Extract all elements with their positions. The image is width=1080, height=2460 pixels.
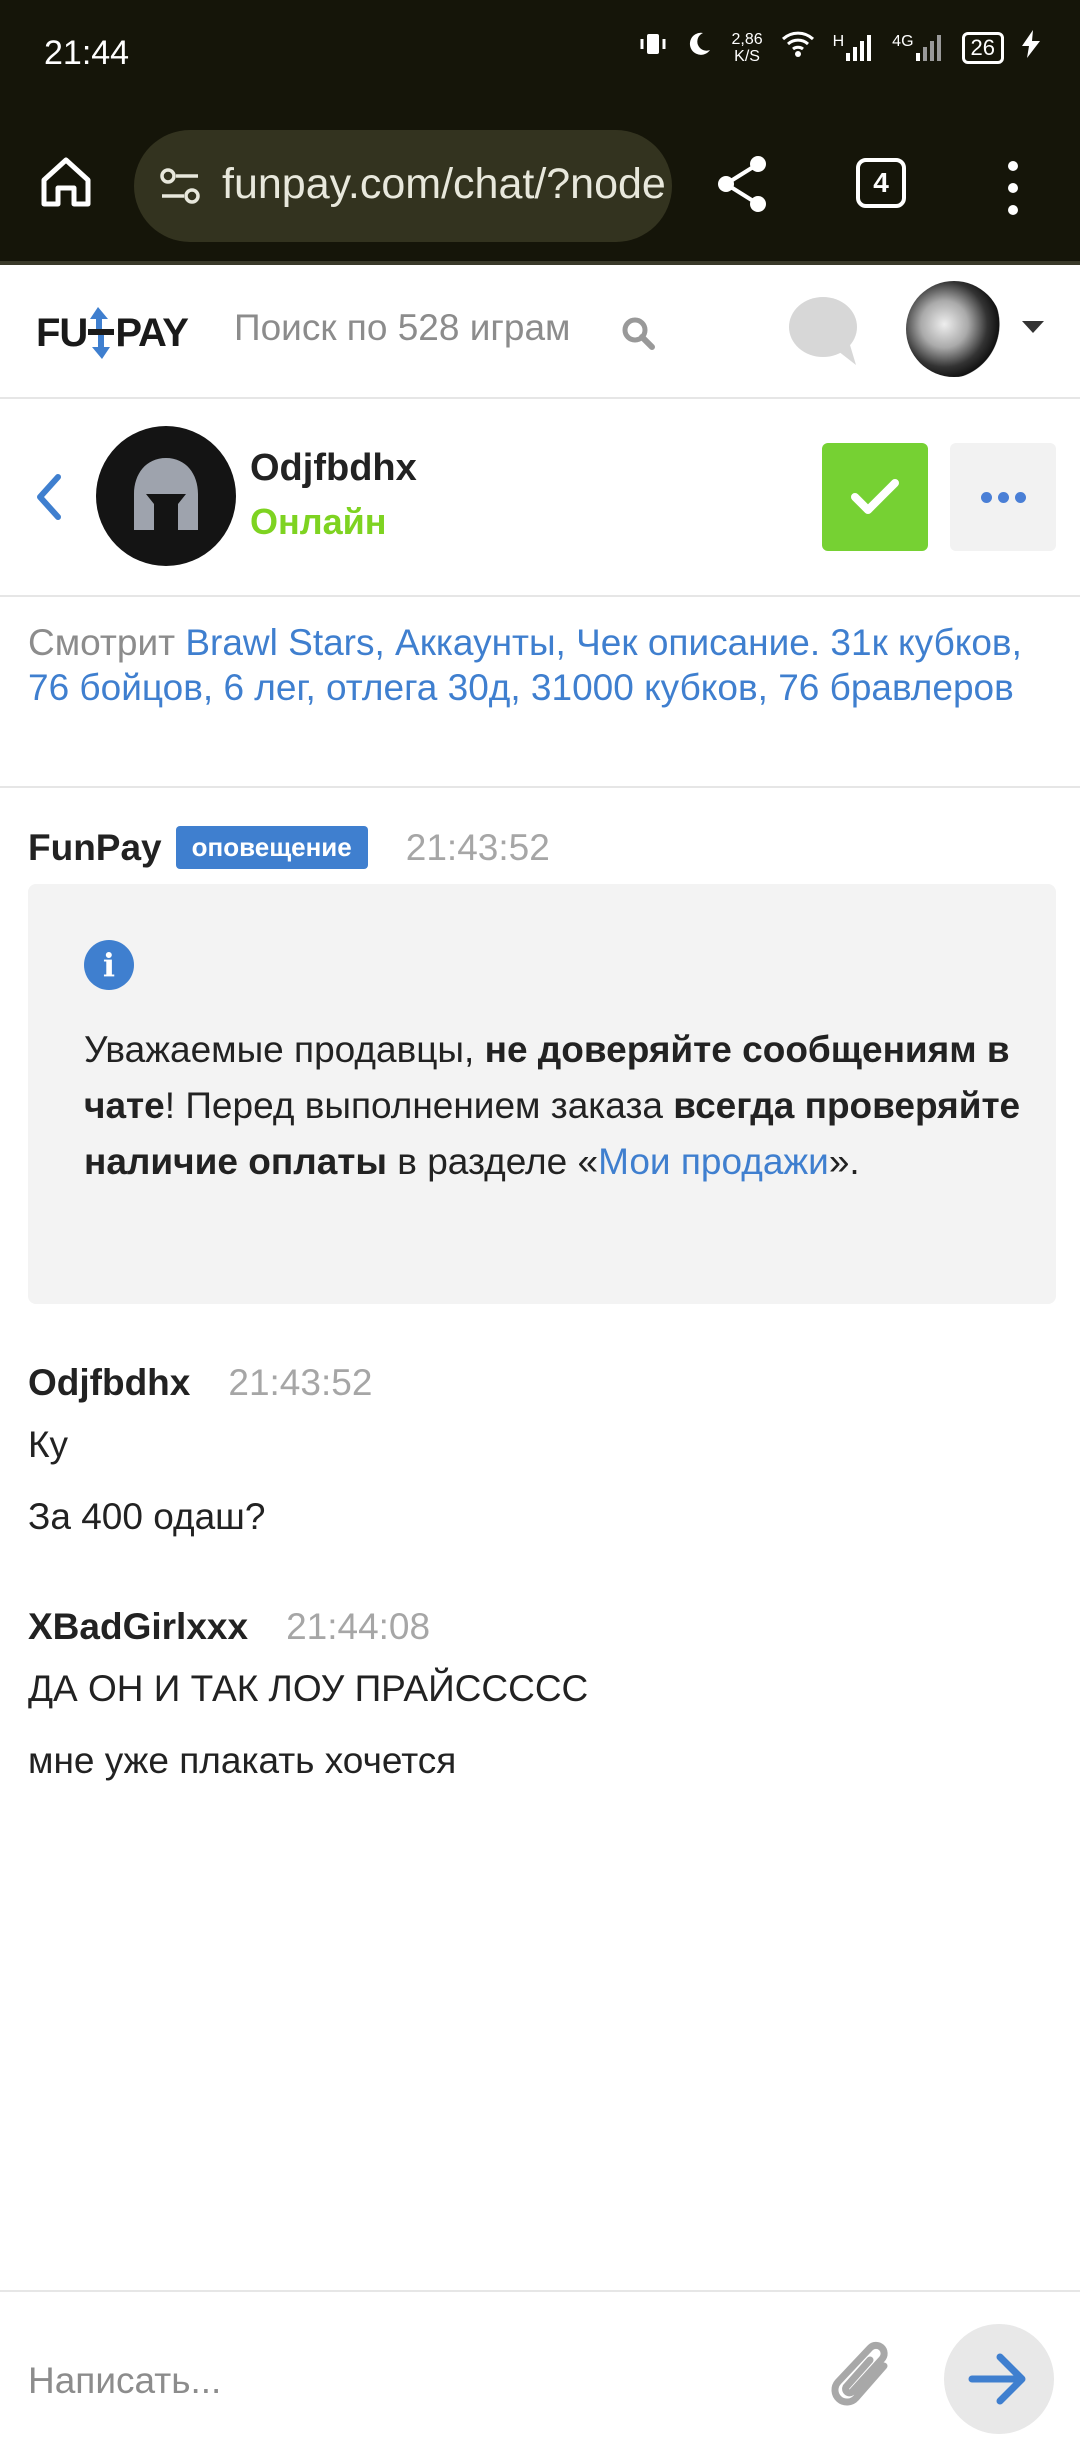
browser-toolbar: funpay.com/chat/?node 4 <box>0 110 1080 265</box>
status-icons: 2,86 K/S H 4G 26 <box>639 30 1040 65</box>
share-button[interactable] <box>712 152 772 216</box>
attach-button[interactable] <box>826 2336 902 2424</box>
messages-chat-icon[interactable] <box>786 295 860 367</box>
logo-text-right: PAY <box>115 310 189 355</box>
message-text: За 400 одаш? <box>28 1496 266 1537</box>
vibrate-icon <box>639 30 667 65</box>
game-search-input[interactable]: Поиск по 528 играм <box>234 307 570 349</box>
chevron-left-icon <box>37 474 61 520</box>
address-bar[interactable]: funpay.com/chat/?node <box>134 130 672 242</box>
home-button[interactable] <box>34 150 98 214</box>
alert-text-part: в разделе « <box>387 1141 599 1182</box>
message-header: XBadGirlxxx 21:44:08 <box>28 1606 430 1648</box>
message-author[interactable]: FunPay <box>28 827 162 869</box>
logo-text-left: FU <box>36 310 88 355</box>
message-header: Odjfbdhx 21:43:52 <box>28 1362 372 1404</box>
chat-options-button[interactable] <box>950 443 1056 551</box>
message-header: FunPay оповещение 21:43:52 <box>28 826 550 869</box>
watching-prefix: Смотрит <box>28 622 186 663</box>
message-time: 21:43:52 <box>228 1362 373 1403</box>
message-author[interactable]: Odjfbdhx <box>28 1362 190 1404</box>
spartan-helmet-icon <box>134 458 198 534</box>
alert-text-part: ! Перед выполнением заказа <box>164 1085 674 1126</box>
home-icon <box>41 157 91 207</box>
status-time: 21:44 <box>44 34 130 72</box>
message-text: мне уже плакать хочется <box>28 1740 457 1781</box>
site-header: FU PAY Поиск по 528 играм <box>0 267 1080 399</box>
more-vertical-icon <box>1008 161 1018 215</box>
message-input[interactable]: Написать... <box>28 2360 221 2402</box>
url-text: funpay.com/chat/?node <box>222 160 666 208</box>
confirm-button[interactable] <box>822 443 928 551</box>
battery-indicator: 26 <box>961 31 1004 64</box>
ellipsis-icon <box>980 491 992 503</box>
message-composer: Написать... <box>0 2290 1080 2460</box>
contact-name[interactable]: Odjfbdhx <box>250 447 417 490</box>
charging-icon <box>1022 30 1040 65</box>
signal-h-icon: H <box>833 33 875 63</box>
message-time: 21:43:52 <box>405 826 550 868</box>
system-alert-box: i Уважаемые продавцы, не доверяйте сообщ… <box>28 884 1056 1304</box>
contact-online-status: Онлайн <box>250 501 387 542</box>
arrow-right-icon <box>968 2353 1026 2405</box>
back-button[interactable] <box>30 471 66 523</box>
status-bar: 21:44 2,86 K/S H 4G 26 <box>0 0 1080 110</box>
message-text: Ку <box>28 1424 69 1465</box>
notification-badge: оповещение <box>175 826 368 869</box>
message-author[interactable]: XBadGirlxxx <box>28 1606 248 1648</box>
signal-4g-icon: 4G <box>892 33 943 63</box>
logo-arrows-icon <box>88 307 115 359</box>
paperclip-icon <box>831 2341 888 2406</box>
browser-menu-button[interactable] <box>998 158 1028 218</box>
message-text: ДА ОН И ТАК ЛОУ ПРАЙССССС <box>28 1668 589 1709</box>
funpay-logo[interactable]: FU PAY <box>36 303 189 363</box>
speed-unit: K/S <box>734 47 760 65</box>
site-settings-icon[interactable] <box>158 164 202 208</box>
account-dropdown-caret-icon[interactable] <box>1022 321 1044 333</box>
checkmark-icon <box>851 479 899 514</box>
alert-text: Уважаемые продавцы, не доверяйте сообщен… <box>84 1022 1034 1190</box>
info-icon: i <box>84 940 134 990</box>
message-time: 21:44:08 <box>286 1606 431 1647</box>
network-h: H <box>832 32 845 50</box>
speed-value: 2,86 <box>731 30 763 48</box>
network-4g: 4G <box>892 32 914 50</box>
user-avatar[interactable] <box>906 281 1002 377</box>
chat-header: Odjfbdhx Онлайн <box>0 399 1080 597</box>
wifi-icon <box>781 30 815 65</box>
contact-avatar[interactable] <box>96 426 236 566</box>
search-icon[interactable] <box>620 315 656 351</box>
my-sales-link[interactable]: Мои продажи <box>598 1141 829 1182</box>
alert-text-part: Уважаемые продавцы, <box>84 1029 485 1070</box>
send-button[interactable] <box>944 2324 1054 2434</box>
do-not-disturb-moon-icon <box>685 30 713 65</box>
watching-info: Смотрит Brawl Stars, Аккаунты, Чек описа… <box>28 620 1048 710</box>
network-speed: 2,86 K/S <box>731 31 762 65</box>
alert-text-part: ». <box>828 1141 860 1182</box>
divider <box>0 786 1080 788</box>
share-icon <box>718 156 766 212</box>
tab-switcher-button[interactable]: 4 <box>856 158 906 208</box>
